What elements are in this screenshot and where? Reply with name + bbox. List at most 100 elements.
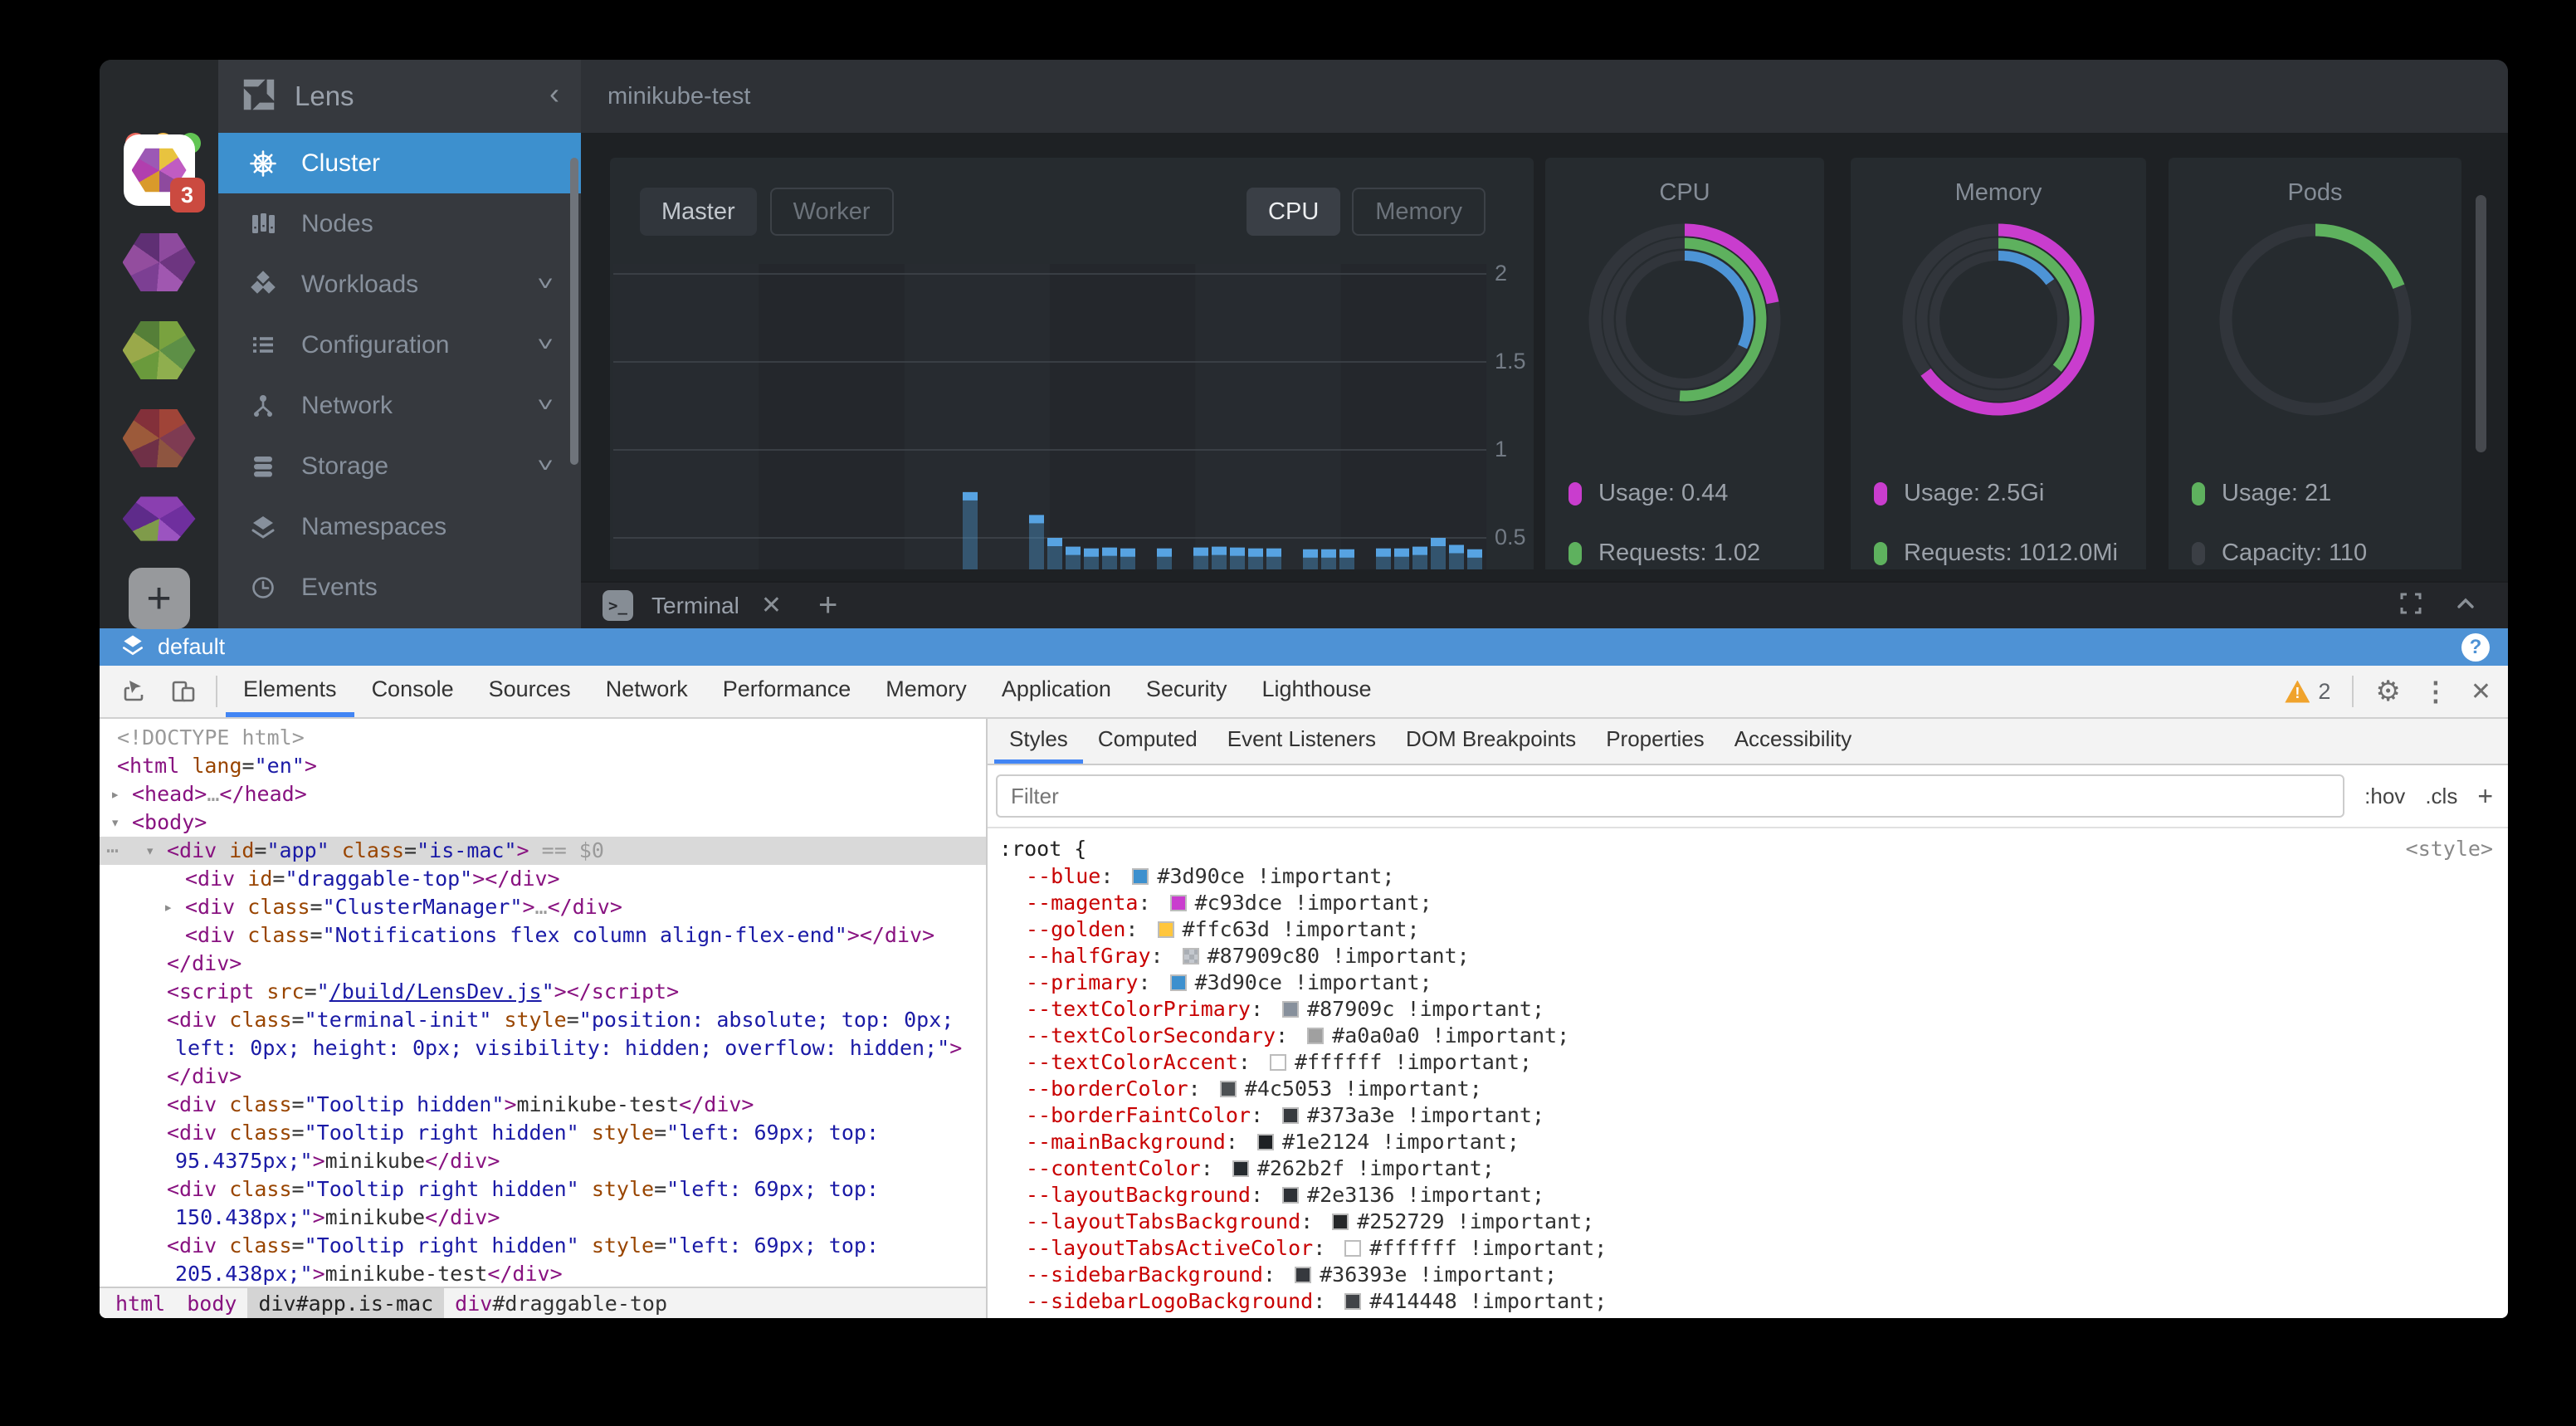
css-declaration[interactable]: --contentColor: #262b2f !important;: [988, 1155, 2508, 1182]
new-style-rule-icon[interactable]: +: [2477, 781, 2493, 812]
dom-tree-line[interactable]: </div>: [100, 950, 986, 978]
sidebar-item-configuration[interactable]: Configuration˅: [218, 315, 581, 375]
tab-application[interactable]: Application: [984, 666, 1129, 717]
cluster-violet[interactable]: [123, 495, 196, 543]
dom-tree-line[interactable]: <div id="draggable-top"></div>: [100, 865, 986, 893]
color-swatch[interactable]: [1282, 1187, 1299, 1204]
tab-sources[interactable]: Sources: [471, 666, 588, 717]
css-declaration[interactable]: --layoutTabsBackground: #252729 !importa…: [988, 1209, 2508, 1235]
dom-tree-line[interactable]: 95.4375px;">minikube</div>: [100, 1147, 986, 1175]
tab-elements[interactable]: Elements: [226, 666, 354, 717]
devtools-close-icon[interactable]: ✕: [2471, 677, 2491, 706]
dom-tree-line[interactable]: 205.438px;">minikube-test</div>: [100, 1260, 986, 1287]
tab-styles[interactable]: Styles: [994, 719, 1083, 764]
breadcrumb-item[interactable]: body: [176, 1288, 247, 1318]
tab-computed[interactable]: Computed: [1083, 719, 1212, 764]
cluster-tab-title[interactable]: minikube-test: [607, 83, 750, 110]
dom-tree-line[interactable]: <!DOCTYPE html>: [100, 724, 986, 752]
color-swatch[interactable]: [1307, 1028, 1324, 1044]
cluster-purple[interactable]: [123, 231, 196, 294]
css-declaration[interactable]: --textColorSecondary: #a0a0a0 !important…: [988, 1023, 2508, 1049]
css-declaration[interactable]: --borderFaintColor: #373a3e !important;: [988, 1102, 2508, 1129]
dom-tree-line[interactable]: <div class="Tooltip right hidden" style=…: [100, 1175, 986, 1204]
breadcrumb-item[interactable]: html: [105, 1288, 176, 1318]
tab-network[interactable]: Network: [588, 666, 705, 717]
dom-tree-line[interactable]: ⋯▾<div id="app" class="is-mac"> == $0: [100, 837, 986, 865]
color-swatch[interactable]: [1257, 1134, 1274, 1150]
console-warnings-button[interactable]: ! 2: [2285, 679, 2330, 705]
settings-gear-icon[interactable]: ⚙: [2375, 675, 2400, 708]
dom-tree-line[interactable]: ▸<div class="ClusterManager">…</div>: [100, 893, 986, 921]
color-swatch[interactable]: [1183, 948, 1199, 965]
rule-selector[interactable]: :root {: [988, 835, 2508, 863]
color-swatch[interactable]: [1295, 1267, 1311, 1283]
dom-tree-line[interactable]: 150.438px;">minikube</div>: [100, 1204, 986, 1232]
dom-tree-line[interactable]: <div class="Tooltip hidden">minikube-tes…: [100, 1091, 986, 1119]
dom-tree-line[interactable]: <div class="terminal-init" style="positi…: [100, 1006, 986, 1034]
css-declaration[interactable]: --primary: #3d90ce !important;: [988, 969, 2508, 996]
rule-source-link[interactable]: <style>: [2406, 835, 2493, 863]
tab-security[interactable]: Security: [1129, 666, 1245, 717]
color-swatch[interactable]: [1170, 974, 1187, 991]
color-swatch[interactable]: [1332, 1214, 1349, 1230]
master-button[interactable]: Master: [640, 188, 757, 236]
css-declaration[interactable]: --borderColor: #4c5053 !important;: [988, 1076, 2508, 1102]
dom-tree-line[interactable]: </div>: [100, 1062, 986, 1091]
color-swatch[interactable]: [1344, 1240, 1361, 1257]
collapse-arrow-icon[interactable]: ▾: [110, 808, 120, 837]
sidebar-item-storage[interactable]: Storage˅: [218, 436, 581, 496]
dom-tree-line[interactable]: <html lang="en">: [100, 752, 986, 780]
css-declaration[interactable]: --halfGray: #87909c80 !important;: [988, 943, 2508, 969]
collapse-arrow-icon[interactable]: ▾: [145, 837, 154, 865]
css-declaration[interactable]: --magenta: #c93dce !important;: [988, 890, 2508, 916]
css-declaration[interactable]: --sidebarBackground: #36393e !important;: [988, 1262, 2508, 1288]
color-swatch[interactable]: [1282, 1107, 1299, 1124]
styles-filter-input[interactable]: [996, 774, 2344, 818]
dom-tree-line[interactable]: ▾<body>: [100, 808, 986, 837]
dom-tree-line[interactable]: <script src="/build/LensDev.js"></script…: [100, 978, 986, 1006]
sidebar-item-nodes[interactable]: Nodes: [218, 193, 581, 254]
expand-arrow-icon[interactable]: ▸: [110, 780, 120, 808]
device-toolbar-icon[interactable]: [159, 666, 207, 717]
tab-event-listeners[interactable]: Event Listeners: [1212, 719, 1391, 764]
css-declaration[interactable]: --layoutBackground: #2e3136 !important;: [988, 1182, 2508, 1209]
terminal-new-tab-icon[interactable]: +: [818, 587, 837, 624]
tab-performance[interactable]: Performance: [705, 666, 869, 717]
dom-tree-line[interactable]: left: 0px; height: 0px; visibility: hidd…: [100, 1034, 986, 1062]
color-swatch[interactable]: [1344, 1293, 1361, 1310]
color-swatch[interactable]: [1170, 895, 1187, 911]
css-declaration[interactable]: --sidebarLogoBackground: #414448 !import…: [988, 1288, 2508, 1315]
add-cluster-button[interactable]: +: [129, 568, 190, 629]
tab-memory[interactable]: Memory: [868, 666, 984, 717]
hov-toggle[interactable]: :hov: [2364, 784, 2405, 809]
terminal-close-icon[interactable]: ✕: [761, 591, 782, 620]
dom-tree-line[interactable]: <div class="Tooltip right hidden" style=…: [100, 1119, 986, 1147]
css-declaration[interactable]: --textColorPrimary: #87909c !important;: [988, 996, 2508, 1023]
tab-lighthouse[interactable]: Lighthouse: [1244, 666, 1388, 717]
color-swatch[interactable]: [1132, 868, 1149, 885]
content-scrollbar[interactable]: [2476, 195, 2486, 452]
sidebar-item-namespaces[interactable]: Namespaces: [218, 496, 581, 557]
color-swatch[interactable]: [1158, 921, 1174, 938]
breadcrumb-item[interactable]: div#draggable-top: [444, 1288, 678, 1318]
dom-tree-line[interactable]: <div class="Notifications flex column al…: [100, 921, 986, 950]
namespace-label[interactable]: default: [158, 634, 2461, 660]
dock-fullscreen-icon[interactable]: [2398, 591, 2423, 620]
tab-properties[interactable]: Properties: [1591, 719, 1720, 764]
dock-expand-icon[interactable]: [2453, 591, 2478, 620]
cluster-green[interactable]: [123, 319, 196, 382]
terminal-tab-label[interactable]: Terminal: [651, 593, 739, 619]
cls-toggle[interactable]: .cls: [2425, 784, 2457, 809]
css-declaration[interactable]: --mainBackground: #1e2124 !important;: [988, 1129, 2508, 1155]
inspect-element-icon[interactable]: [111, 666, 159, 717]
css-declaration[interactable]: --blue: #3d90ce !important;: [988, 863, 2508, 890]
css-declaration[interactable]: --layoutTabsActiveColor: #ffffff !import…: [988, 1235, 2508, 1262]
expand-arrow-icon[interactable]: ▸: [163, 893, 173, 921]
cpu-button[interactable]: CPU: [1247, 188, 1340, 236]
sidebar-item-cluster[interactable]: Cluster: [218, 133, 581, 193]
tab-console[interactable]: Console: [354, 666, 471, 717]
color-swatch[interactable]: [1220, 1081, 1237, 1097]
sidebar-collapse-icon[interactable]: ‹: [549, 94, 559, 99]
color-swatch[interactable]: [1232, 1160, 1249, 1177]
tab-accessibility[interactable]: Accessibility: [1720, 719, 1867, 764]
